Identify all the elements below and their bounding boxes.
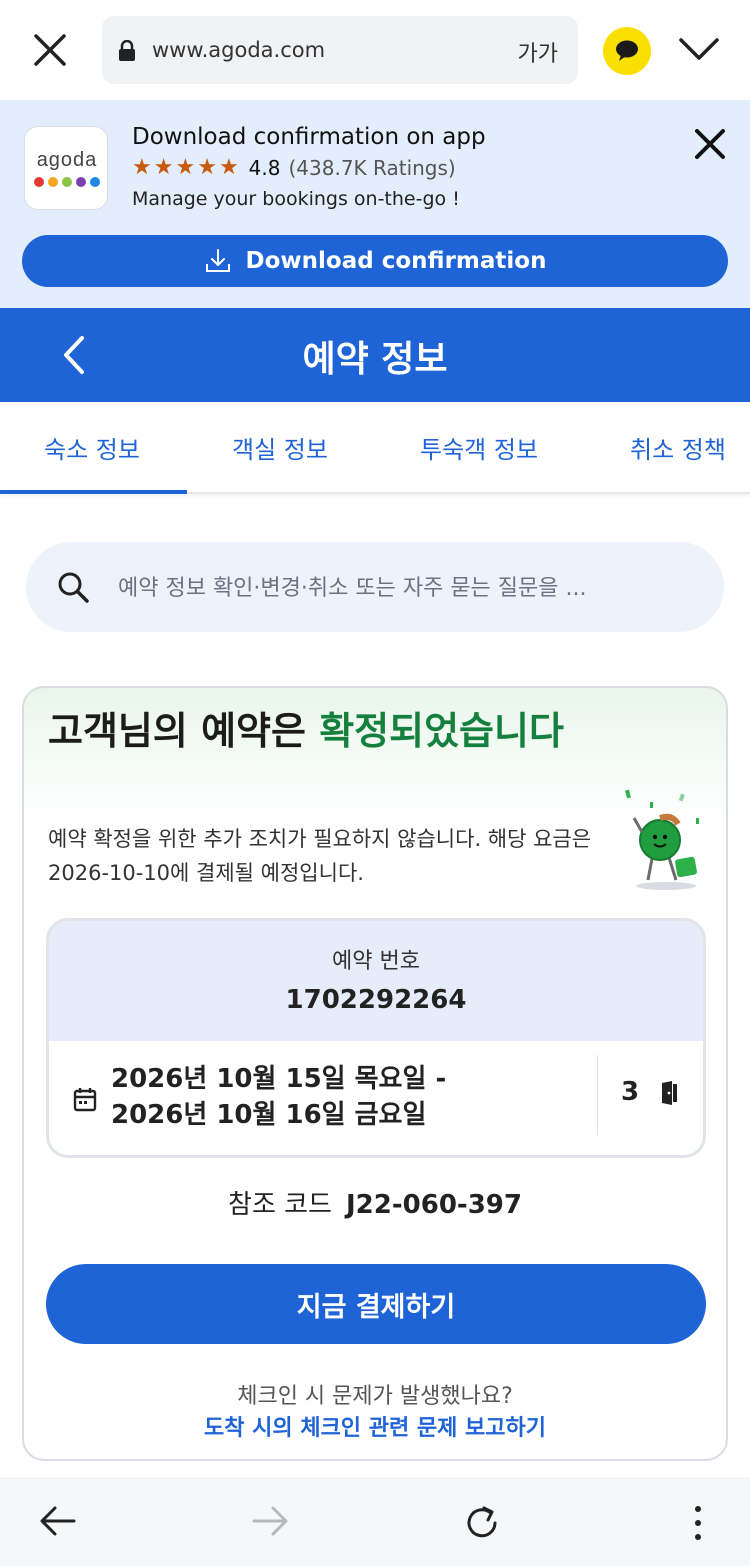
search-icon <box>58 572 89 603</box>
reference-label: 참조 코드 <box>228 1190 332 1220</box>
download-label: Download confirmation <box>245 248 547 274</box>
browser-bottom-nav <box>0 1478 750 1566</box>
star-icon: ★ <box>197 155 217 180</box>
banner-title: Download confirmation on app <box>132 124 486 150</box>
lock-icon <box>118 39 136 66</box>
rating-count: (438.7K Ratings) <box>288 156 456 180</box>
download-confirmation-button[interactable]: Download confirmation <box>22 235 728 287</box>
forward-arrow-icon[interactable] <box>250 1503 290 1543</box>
rating-row: ★ ★ ★ ★ ★ 4.8 (438.7K Ratings) <box>132 155 456 181</box>
banner-close-icon[interactable] <box>692 126 728 166</box>
tab-room-info[interactable]: 객실 정보 <box>232 430 328 465</box>
chevron-down-icon[interactable] <box>678 34 720 68</box>
logo-dots <box>33 177 101 187</box>
more-options-icon[interactable] <box>690 1503 706 1547</box>
tab-property-info[interactable]: 숙소 정보 <box>44 430 140 465</box>
confirmation-description: 예약 확정을 위한 추가 조치가 필요하지 않습니다. 해당 요금은 2026-… <box>48 827 592 885</box>
back-arrow-icon[interactable] <box>38 1503 78 1543</box>
room-count: 3 <box>621 1077 640 1107</box>
url-text: www.agoda.com <box>152 38 326 62</box>
report-checkin-issue-link[interactable]: 도착 시의 체크인 관련 문제 보고하기 <box>24 1410 726 1442</box>
reservation-number-panel: 예약 번호 1702292264 <box>49 921 703 1041</box>
active-tab-indicator <box>0 490 187 494</box>
page-title: 예약 정보 <box>302 339 448 380</box>
check-in-date: 2026년 10월 15일 목요일 - <box>111 1064 447 1094</box>
star-icon: ★ <box>218 155 239 180</box>
door-icon <box>659 1081 679 1109</box>
search-placeholder: 예약 정보 확인·변경·취소 또는 자주 묻는 질문을 ... <box>118 576 587 601</box>
star-icon: ★ <box>175 155 196 180</box>
reservation-summary: 예약 번호 1702292264 2026년 10월 15일 목요일 - 202… <box>46 918 706 1158</box>
star-icon: ★ <box>132 155 152 180</box>
check-out-date: 2026년 10월 16일 금요일 <box>111 1100 427 1130</box>
download-icon <box>205 249 230 272</box>
divider <box>597 1055 598 1135</box>
title-prefix: 고객님의 예약은 <box>48 709 320 753</box>
tab-guest-info[interactable]: 투숙객 정보 <box>420 430 538 465</box>
tab-bar: 숙소 정보 객실 정보 투숙객 정보 취소 정책 <box>0 402 750 494</box>
star-icon: ★ <box>153 155 174 180</box>
page-header: 예약 정보 <box>0 308 750 402</box>
logo-text: agoda <box>36 149 98 171</box>
title-highlight: 확정되었습니다 <box>319 709 564 753</box>
reference-code: J22-060-397 <box>345 1190 522 1220</box>
chat-bubble-icon <box>616 40 638 61</box>
booking-confirmation-card: 고객님의 예약은 확정되었습니다 예약 확정을 위한 추가 조치가 필요하지 않… <box>22 686 728 1461</box>
tab-cancel-policy[interactable]: 취소 정책 <box>630 430 726 465</box>
search-input[interactable]: 예약 정보 확인·변경·취소 또는 자주 묻는 질문을 ... <box>26 542 724 632</box>
stay-dates: 2026년 10월 15일 목요일 - 2026년 10월 16일 금요일 <box>111 1061 446 1133</box>
reload-icon[interactable] <box>462 1503 502 1547</box>
rating-value: 4.8 <box>248 156 281 180</box>
banner-subtitle: Manage your bookings on-the-go ! <box>132 188 460 210</box>
pay-now-button[interactable]: 지금 결제하기 <box>46 1264 706 1344</box>
address-bar[interactable]: www.agoda.com 가가 <box>102 16 578 84</box>
confirmation-title: 고객님의 예약은 확정되었습니다 <box>48 708 608 754</box>
app-download-banner: agoda Download confirmation on app ★ ★ ★… <box>0 100 750 308</box>
mascot-illustration <box>620 788 712 896</box>
browser-toolbar: www.agoda.com 가가 <box>0 0 750 100</box>
reference-code-row: 참조 코드 J22-060-397 <box>24 1184 726 1221</box>
font-size-button[interactable]: 가가 <box>518 36 558 68</box>
close-icon[interactable] <box>28 28 72 72</box>
checkin-issue-question: 체크인 시 문제가 발생했나요? <box>237 1384 513 1409</box>
agoda-app-logo: agoda <box>24 126 108 210</box>
calendar-icon <box>73 1086 97 1116</box>
reservation-number-label: 예약 번호 <box>332 949 420 974</box>
reservation-number: 1702292264 <box>285 985 467 1015</box>
kakao-chat-button[interactable] <box>603 27 651 75</box>
